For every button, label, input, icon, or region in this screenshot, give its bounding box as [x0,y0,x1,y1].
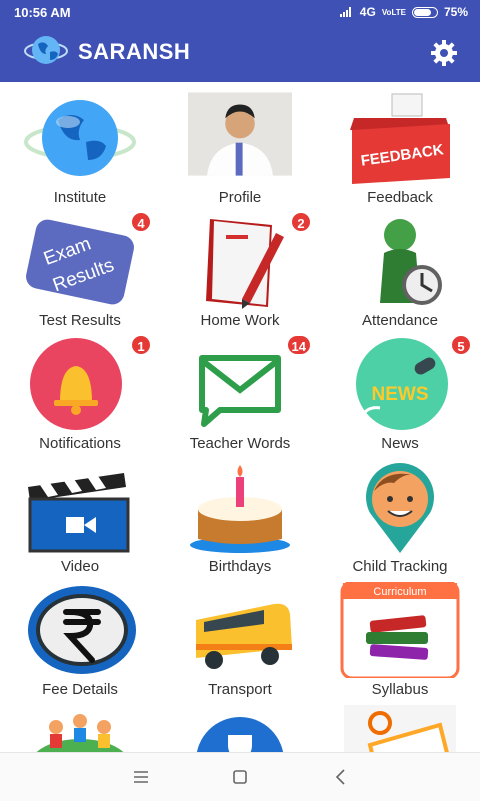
battery-percent: 75% [443,5,468,19]
unread-badge: 2 [290,211,312,233]
tile-trophy[interactable] [160,701,320,752]
profile-photo [188,92,292,176]
tile-child-tracking[interactable]: Child Tracking [320,455,480,578]
envelope-chat-icon [199,355,281,427]
notebook-pen-icon [206,219,284,309]
tile-home-work[interactable]: 2 Home Work [160,209,320,332]
tile-news[interactable]: NEWS 5 News [320,332,480,455]
clapperboard-icon [28,473,130,553]
syllabus-image-text: Curriculum [373,586,426,598]
tile-transport[interactable]: Transport [160,578,320,701]
rupee-coin-icon [28,586,136,674]
tile-label: Test Results [39,312,121,329]
unread-badge: 14 [285,334,312,356]
tile-label: Feedback [367,189,433,206]
unread-badge: 5 [450,334,472,356]
unread-badge: 4 [130,211,152,233]
tile-birthdays[interactable]: Birthdays [160,455,320,578]
tile-kids-globe[interactable] [0,701,160,752]
person-clock-icon [380,219,442,305]
status-bar: 10:56 AM 4G VoLTE 75% [0,0,480,24]
exam-results-icon: Exam Results [26,219,134,305]
tile-label: Notifications [39,435,121,452]
tile-label: Child Tracking [352,558,448,575]
volte-indicator: VoLTE [381,7,406,17]
tile-label: News [381,435,419,452]
tile-syllabus[interactable]: Curriculum Syllabus [320,578,480,701]
signal-icon [339,7,354,17]
back-icon[interactable] [329,765,353,789]
tile-label: Institute [53,189,107,206]
certificate-icon [344,705,456,752]
tile-label: Video [60,558,100,575]
tile-teacher-words[interactable]: 14 Teacher Words [160,332,320,455]
globe-icon [24,100,136,176]
tile-attendance[interactable]: Attendance [320,209,480,332]
tile-fee-details[interactable]: Fee Details [0,578,160,701]
tile-label: Profile [218,189,262,206]
tile-profile[interactable]: Profile [160,86,320,209]
feedback-box-icon: FEEDBACK [350,93,450,184]
tile-test-results[interactable]: Exam Results 4 Test Results [0,209,160,332]
tile-label: Attendance [362,312,438,329]
bell-icon [30,338,122,430]
tile-institute[interactable]: Institute [0,86,160,209]
system-nav-bar [0,752,480,801]
menu-icon[interactable] [129,765,153,789]
tile-label: Birthdays [208,558,272,575]
cake-icon [190,465,290,553]
news-mic-icon: NEWS [356,338,448,430]
home-icon[interactable] [228,765,252,789]
app-bar: SARANSH [0,24,480,82]
app-title: SARANSH [78,39,191,64]
tile-label: Syllabus [371,681,429,698]
tile-label: Transport [208,681,272,698]
trophy-icon [196,717,284,752]
tile-certificate[interactable] [320,701,480,752]
tile-video[interactable]: Video [0,455,160,578]
network-type: 4G [359,5,376,19]
school-bus-icon [196,603,292,669]
tile-feedback[interactable]: FEEDBACK Feedback [320,86,480,209]
books-icon: Curriculum [340,582,460,678]
tile-label: Home Work [200,312,280,329]
tile-notifications[interactable]: 1 Notifications [0,332,160,455]
menu-grid: Institute Profile FEEDBACK Feedback Exam… [0,86,480,752]
battery-icon [411,6,438,18]
unread-badge: 1 [130,334,152,356]
settings-gear-icon[interactable] [430,39,458,67]
app-logo-globe-icon [24,36,68,64]
status-time: 10:56 AM [14,5,71,20]
kids-globe-icon [36,714,124,752]
tile-label: Fee Details [42,681,118,698]
status-icons: 4G VoLTE 75% [339,5,468,19]
tile-label: Teacher Words [189,435,291,452]
news-image-text: NEWS [372,384,429,405]
child-location-pin-icon [366,463,434,553]
